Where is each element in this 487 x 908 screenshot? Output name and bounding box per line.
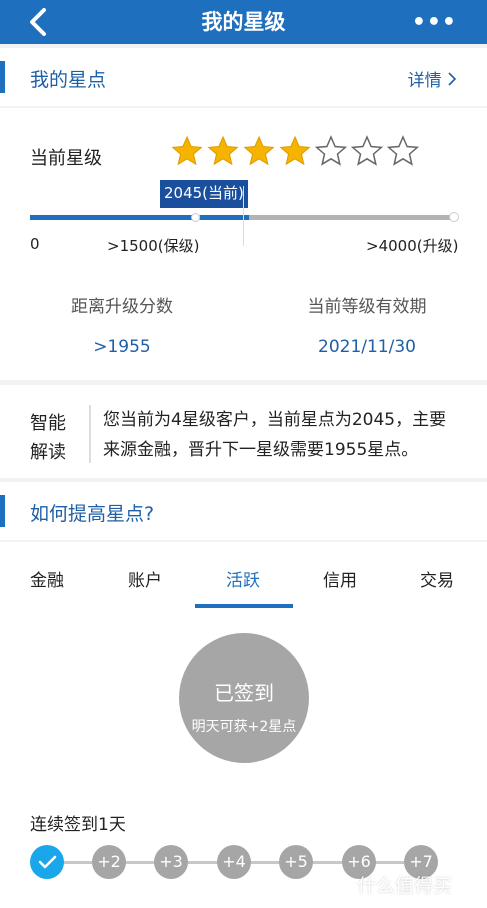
- current-points-bubble: 2045(当前): [160, 180, 248, 208]
- star-rating: [170, 134, 422, 168]
- star-empty-icon: [386, 135, 420, 166]
- upgrade-gap-stat: 距离升级分数 >1955: [12, 292, 232, 357]
- checkin-status: 已签到: [214, 681, 274, 705]
- top-bar: 我的星级 •••: [0, 0, 487, 44]
- details-link-label: 详情: [407, 71, 442, 91]
- streak-day-2: +2: [92, 845, 126, 879]
- tab-bar: 金融 账户 活跃 信用 交易: [0, 542, 487, 610]
- smart-interpretation: 智能解读 您当前为4星级客户，当前星点为2045，主要来源金融，晋升下一星级需要…: [0, 385, 487, 478]
- check-icon: [38, 855, 57, 869]
- details-link[interactable]: 详情: [408, 66, 457, 91]
- streak-label: 连续签到1天: [30, 815, 126, 835]
- progress-fill: [30, 215, 192, 220]
- validity-label: 当前等级有效期: [307, 297, 427, 317]
- chevron-right-icon: [448, 72, 457, 86]
- upgrade-gap-label: 距离升级分数: [71, 297, 173, 317]
- my-points-title: 我的星点: [30, 69, 107, 91]
- validity-value: 2021/11/30: [318, 337, 416, 357]
- progress-knob: [191, 213, 200, 222]
- tab-active[interactable]: 活跃: [226, 566, 260, 591]
- svg-text:值: 值: [321, 875, 337, 894]
- streak-day-1-done: [30, 845, 64, 879]
- streak-day-5: +5: [279, 845, 313, 879]
- streak-day-3: +3: [154, 845, 188, 879]
- progress-fill-after-knob: [200, 215, 249, 220]
- interpretation-text: 您当前为4星级客户，当前星点为2045，主要来源金融，晋升下一星级需要1955星…: [103, 410, 447, 460]
- my-points-header: 我的星点 详情: [0, 48, 487, 106]
- watermark-logo-icon: 值: [313, 868, 345, 898]
- progress-end-marker: [449, 212, 459, 222]
- stats-divider: [243, 186, 244, 246]
- improve-title: 如何提高星点?: [30, 503, 155, 525]
- star-level-card: 当前星级 2045(当前) 0 >1500(保级) >4000(升级) 距离升级…: [0, 108, 487, 380]
- tick-upgrade: >4000(升级): [366, 237, 459, 255]
- watermark: 值 什么值得买: [311, 866, 481, 900]
- interpretation-divider: [89, 405, 91, 463]
- validity-stat: 当前等级有效期 2021/11/30: [257, 292, 477, 357]
- section-accent-bar: [0, 495, 5, 527]
- section-accent-bar: [0, 61, 5, 93]
- star-filled-icon: [171, 135, 203, 166]
- tab-credit[interactable]: 信用: [323, 566, 357, 591]
- star-empty-icon: [350, 135, 384, 166]
- interpretation-title: 智能解读: [30, 413, 66, 463]
- upgrade-gap-value: >1955: [93, 337, 151, 357]
- more-dots-icon[interactable]: •••: [412, 10, 457, 35]
- current-level-label: 当前星级: [30, 148, 102, 169]
- improve-header: 如何提高星点?: [0, 482, 487, 540]
- tick-keep: >1500(保级): [107, 237, 200, 255]
- star-empty-icon: [314, 135, 348, 166]
- watermark-text: 什么值得买: [357, 875, 453, 897]
- tick-zero: 0: [30, 235, 40, 253]
- active-tab-indicator: [195, 604, 293, 608]
- tab-finance[interactable]: 金融: [30, 566, 64, 591]
- star-filled-icon: [243, 135, 275, 166]
- checkin-hint: 明天可获+2星点: [191, 719, 297, 735]
- streak-day-4: +4: [217, 845, 251, 879]
- tab-trade[interactable]: 交易: [420, 566, 454, 591]
- tab-account[interactable]: 账户: [128, 566, 162, 591]
- checkin-button[interactable]: 已签到 明天可获+2星点: [179, 633, 309, 763]
- star-filled-icon: [279, 135, 311, 166]
- star-filled-icon: [207, 135, 239, 166]
